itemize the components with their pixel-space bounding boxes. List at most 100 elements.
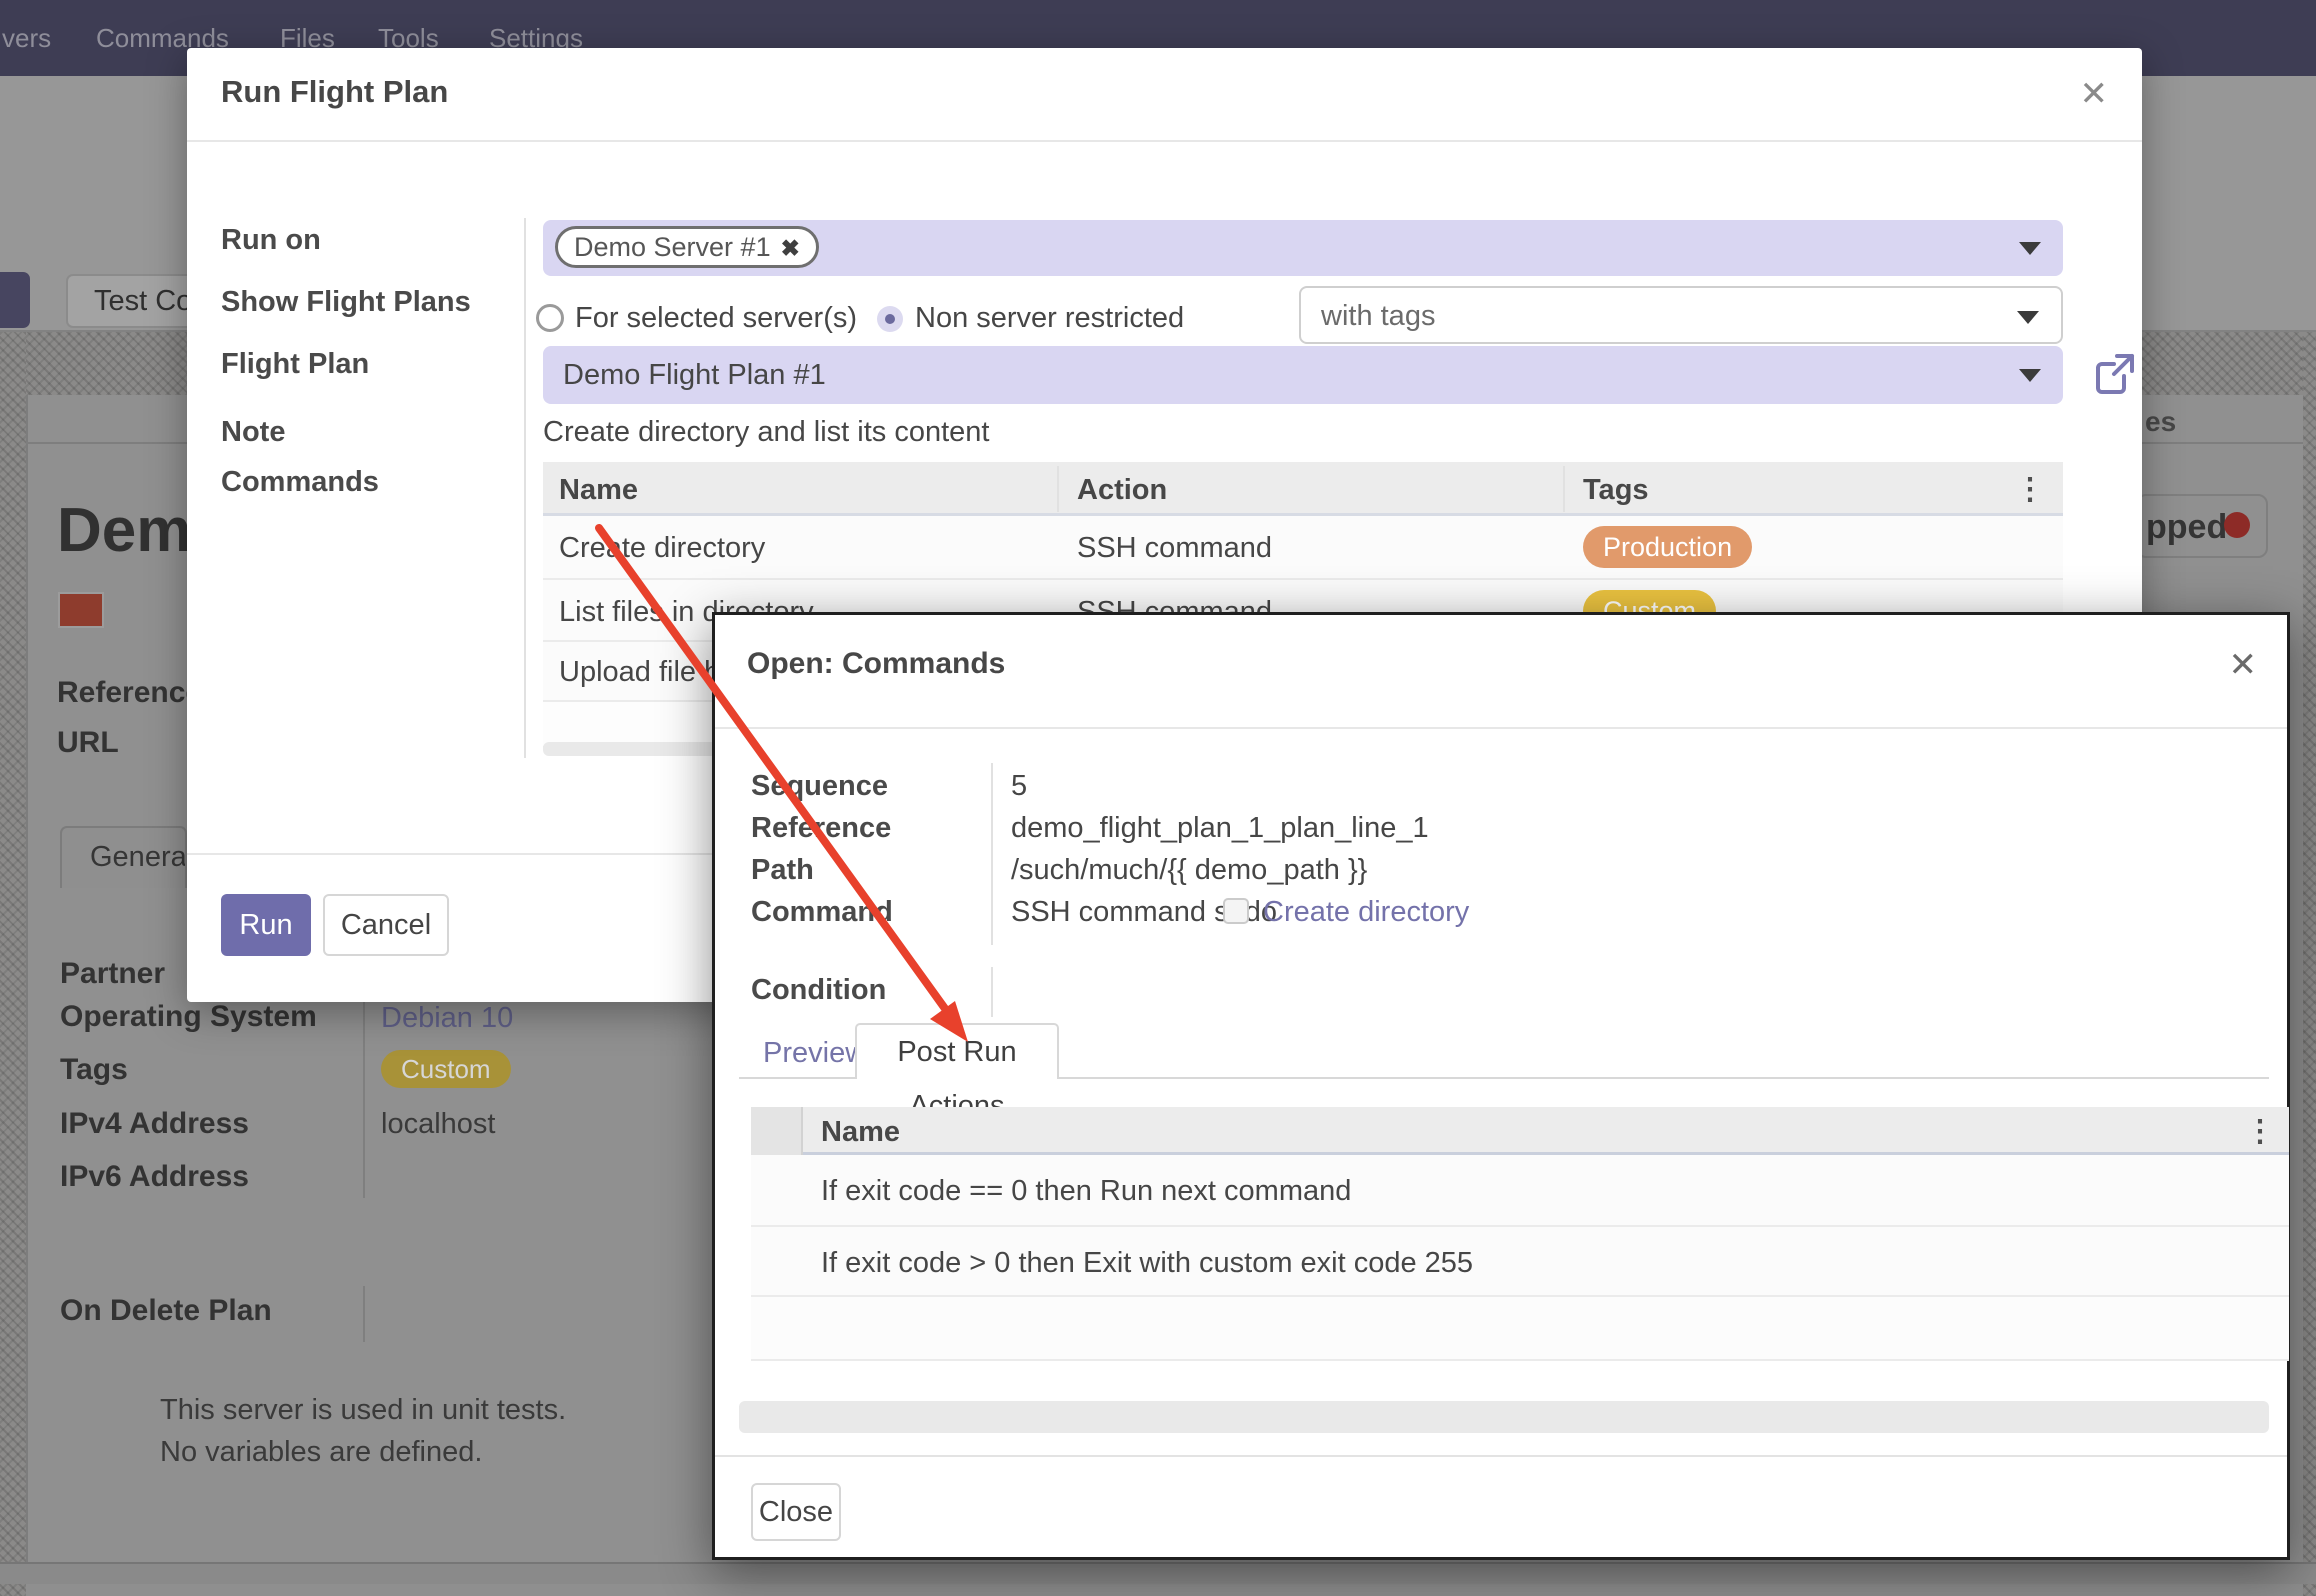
post-run-action-name: If exit code == 0 then Run next command — [821, 1175, 1351, 1208]
note-no-variables: No variables are defined. — [160, 1436, 482, 1469]
col-name[interactable]: Name — [559, 474, 638, 507]
external-link-icon[interactable] — [2090, 350, 2138, 398]
label-on-delete-plan: On Delete Plan — [60, 1294, 272, 1328]
value-reference: demo_flight_plan_1_plan_line_1 — [1011, 812, 1429, 845]
open-modal-header-divider — [715, 727, 2287, 729]
col-action[interactable]: Action — [1077, 474, 1167, 507]
commands-table-header: Name Action Tags ⋮ — [543, 462, 2063, 516]
label-reference: Reference — [751, 812, 891, 845]
label-commands: Commands — [221, 466, 379, 499]
primary-button-fragment[interactable] — [0, 272, 30, 328]
label-run-on: Run on — [221, 224, 321, 257]
value-ipv4: localhost — [381, 1108, 495, 1141]
label-note: Note — [221, 416, 285, 449]
tag-production: Production — [1583, 526, 1752, 568]
close-icon[interactable]: ✕ — [2080, 74, 2109, 114]
tab-bar: Preview Post Run Actions — [715, 1021, 2293, 1079]
header-col-divider — [1563, 466, 1565, 512]
label-sequence: Sequence — [751, 770, 888, 803]
nav-item-servers[interactable]: vers — [2, 0, 51, 76]
label-operating-system: Operating System — [60, 1000, 317, 1034]
server-chip-label: Demo Server #1 — [574, 232, 771, 262]
bg-field-separator — [363, 998, 365, 1198]
post-run-action-name: If exit code > 0 then Exit with custom e… — [821, 1247, 1473, 1280]
label-flight-plan: Flight Plan — [221, 348, 369, 381]
value-sequence: 5 — [1011, 770, 1027, 803]
tab-post-run-actions[interactable]: Post Run Actions — [855, 1023, 1059, 1079]
post-table-header: Name ⋮ — [751, 1107, 2289, 1155]
tags-filter-value: with tags — [1321, 300, 1435, 333]
close-button[interactable]: Close — [751, 1483, 841, 1541]
open-modal-footer-divider — [715, 1455, 2287, 1457]
run-modal-label-separator — [524, 218, 526, 758]
label-url: URL — [57, 726, 119, 760]
tag-custom-dim: Custom — [381, 1050, 511, 1088]
create-directory-link[interactable]: Create directory — [1263, 896, 1469, 929]
chevron-down-icon — [2017, 311, 2039, 324]
cancel-button[interactable]: Cancel — [323, 894, 449, 956]
cell-name: Create directory — [559, 532, 765, 565]
value-path: /such/much/{{ demo_path }} — [1011, 854, 1367, 887]
col-tags[interactable]: Tags — [1583, 474, 1649, 507]
value-operating-system[interactable]: Debian 10 — [381, 1002, 513, 1035]
sudo-checkbox[interactable] — [1223, 898, 1249, 924]
chevron-down-icon — [2019, 369, 2041, 382]
page-bottom-strip — [0, 1562, 2316, 1584]
chip-remove-icon[interactable]: ✖ — [781, 235, 800, 261]
horizontal-scrollbar[interactable] — [739, 1401, 2269, 1433]
label-command: Command — [751, 896, 893, 929]
label-ipv4: IPv4 Address — [60, 1107, 249, 1141]
run-modal-header-divider — [187, 140, 2142, 142]
status-badge-label: pped — [2146, 508, 2227, 547]
bg-field-separator-2 — [363, 1286, 365, 1342]
cell-action: SSH command — [1077, 532, 1272, 565]
table-options-icon[interactable]: ⋮ — [2015, 472, 2045, 507]
header-col-divider — [1057, 466, 1059, 512]
label-ipv6: IPv6 Address — [60, 1160, 249, 1194]
open-modal-title: Open: Commands — [747, 647, 1005, 681]
label-show-flight-plans: Show Flight Plans — [221, 286, 471, 319]
note-value: Create directory and list its content — [543, 416, 989, 449]
table-options-icon[interactable]: ⋮ — [2245, 1114, 2275, 1149]
radio-non-restricted[interactable] — [877, 306, 903, 332]
label-reference: Reference — [57, 676, 202, 710]
run-button[interactable]: Run — [221, 894, 311, 956]
right-heading-fragment: es — [2145, 406, 2176, 438]
open-commands-modal: Open: Commands ✕ Sequence Reference Path… — [712, 612, 2290, 1560]
screen: vers Commands Files Tools Settings Test … — [0, 0, 2316, 1596]
col-name[interactable]: Name — [821, 1116, 900, 1149]
radio-non-restricted-label[interactable]: Non server restricted — [915, 302, 1184, 335]
radio-dot-icon — [885, 314, 895, 324]
open-modal-label-separator — [991, 763, 993, 945]
list-item-empty — [751, 1295, 2289, 1361]
open-modal-label-separator-2 — [991, 967, 993, 1017]
hatch-left-margin — [0, 332, 26, 1596]
status-dot-icon — [2224, 512, 2250, 538]
run-modal-title: Run Flight Plan — [221, 74, 448, 110]
list-item[interactable]: If exit code > 0 then Exit with custom e… — [751, 1225, 2289, 1295]
cell-name: Upload file by — [559, 656, 735, 689]
radio-selected-servers[interactable] — [536, 304, 564, 332]
hatch-right-margin — [2303, 332, 2316, 1596]
label-condition: Condition — [751, 974, 886, 1007]
label-partner: Partner — [60, 957, 165, 991]
flight-plan-value: Demo Flight Plan #1 — [563, 359, 826, 392]
tags-filter-select[interactable]: with tags — [1299, 286, 2063, 344]
post-run-actions-table: Name ⋮ If exit code == 0 then Run next c… — [751, 1107, 2289, 1363]
run-on-select[interactable]: Demo Server #1 ✖ — [543, 220, 2063, 276]
flight-plan-select[interactable]: Demo Flight Plan #1 — [543, 346, 2063, 404]
tab-general[interactable]: General — [60, 826, 187, 888]
table-row[interactable]: Create directory SSH command Production — [543, 516, 2063, 578]
close-icon[interactable]: ✕ — [2229, 645, 2258, 685]
server-chip[interactable]: Demo Server #1 ✖ — [555, 226, 819, 268]
list-item[interactable]: If exit code == 0 then Run next command — [751, 1155, 2289, 1225]
label-tags: Tags — [60, 1053, 128, 1087]
chevron-down-icon — [2019, 242, 2041, 255]
server-title-fragment: Demo — [57, 500, 188, 562]
select-column[interactable] — [751, 1107, 803, 1155]
label-path: Path — [751, 854, 814, 887]
color-swatch[interactable] — [58, 592, 104, 628]
radio-selected-servers-label[interactable]: For selected server(s) — [575, 302, 857, 335]
note-unit-tests: This server is used in unit tests. — [160, 1394, 566, 1427]
tab-preview[interactable]: Preview — [763, 1037, 866, 1070]
